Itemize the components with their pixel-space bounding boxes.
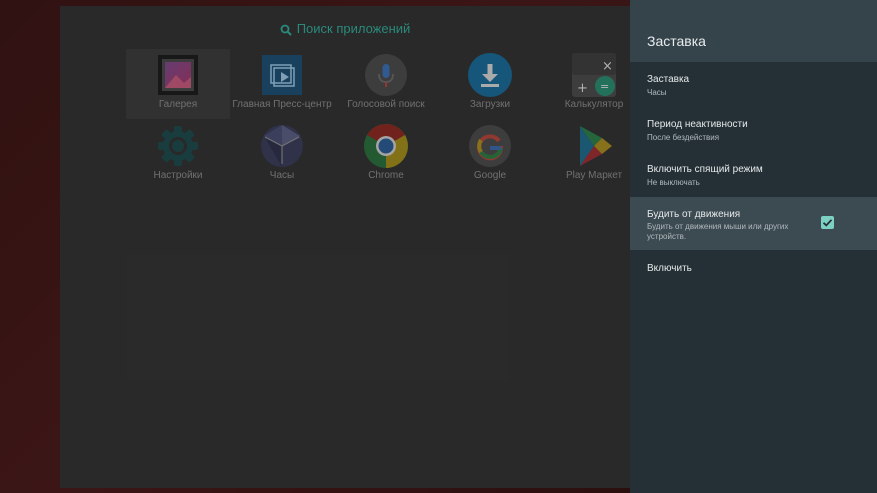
setting-title: Будить от движения <box>647 209 741 220</box>
setting-sleep-mode[interactable]: Включить спящий режим Не выключать <box>630 152 877 197</box>
setting-title: Включить <box>647 263 692 274</box>
setting-enable[interactable]: Включить <box>630 250 877 286</box>
panel-title: Заставка <box>647 33 706 49</box>
dim-overlay <box>0 0 630 493</box>
setting-value: После бездействия <box>647 133 720 142</box>
setting-inactivity-period[interactable]: Период неактивности После бездействия <box>630 107 877 152</box>
setting-wake-on-motion[interactable]: Будить от движения Будить от движения мы… <box>630 197 877 250</box>
setting-value: Не выключать <box>647 178 700 187</box>
setting-screensaver[interactable]: Заставка Часы <box>630 62 877 107</box>
setting-title: Заставка <box>647 74 690 85</box>
wake-on-motion-checkbox[interactable] <box>821 216 834 229</box>
setting-title: Период неактивности <box>647 119 748 130</box>
setting-value: Будить от движения мыши или других устро… <box>647 222 789 241</box>
checkmark-icon <box>822 219 833 227</box>
screensaver-settings-panel: Заставка Заставка Часы Период неактивнос… <box>630 0 877 493</box>
setting-value: Часы <box>647 88 667 97</box>
panel-header: Заставка <box>630 0 877 62</box>
setting-title: Включить спящий режим <box>647 164 763 175</box>
